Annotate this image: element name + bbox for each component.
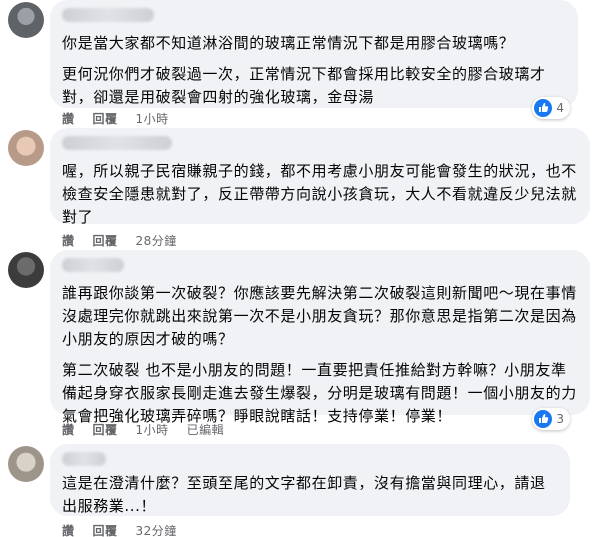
timestamp[interactable]: 1小時 [136, 421, 169, 438]
comment-bubble: 誰再跟你談第一次破裂？你應該要先解決第二次破裂這則新聞吧～現在事情沒處理完你就跳… [50, 250, 590, 425]
like-button[interactable]: 讚 [62, 421, 75, 438]
reaction-count: 4 [556, 101, 564, 115]
reaction-summary[interactable]: 3 [532, 408, 570, 430]
like-button[interactable]: 讚 [62, 110, 75, 127]
avatar[interactable] [8, 2, 44, 38]
avatar[interactable] [8, 252, 44, 288]
reply-button[interactable]: 回覆 [93, 232, 118, 249]
reply-button[interactable]: 回覆 [93, 110, 118, 127]
comment-actions: 讚 回覆 32分鐘 [62, 522, 177, 537]
comment-text: 第二次破裂 也不是小朋友的問題！一直要把責任推給對方幹嘛？小朋友準備起身穿衣服家… [62, 361, 577, 425]
author-name-blurred[interactable] [62, 8, 154, 22]
reply-button[interactable]: 回覆 [93, 421, 118, 438]
comment-actions: 讚 回覆 28分鐘 [62, 232, 177, 249]
comment-bubble: 你是當大家都不知道淋浴間的玻璃正常情況下都是用膠合玻璃嗎？ 更何況你們才破裂過一… [50, 0, 578, 108]
comment-text: 這是在澄清什麼？至頭至尾的文字都在卸責，沒有擔當與同理心，請退出服務業...！ [62, 474, 546, 515]
comment-text: 誰再跟你談第一次破裂？你應該要先解決第二次破裂這則新聞吧～現在事情沒處理完你就跳… [62, 284, 577, 348]
like-button[interactable]: 讚 [62, 232, 75, 249]
like-thumb-icon [534, 99, 553, 117]
comment-text: 更何況你們才破裂過一次，正常情況下都會採用比較安全的膠合玻璃才對，卻還是用破裂會… [62, 65, 546, 106]
edited-label[interactable]: 已編輯 [187, 421, 225, 438]
timestamp[interactable]: 32分鐘 [136, 522, 177, 537]
comment-text: 喔，所以親子民宿賺親子的錢，都不用考慮小朋友可能會發生的狀況，也不檢查安全隱患就… [62, 162, 577, 226]
reaction-summary[interactable]: 4 [532, 97, 570, 119]
author-name-blurred[interactable] [62, 258, 124, 272]
avatar[interactable] [8, 446, 44, 482]
timestamp[interactable]: 1小時 [136, 110, 169, 127]
comment-actions: 讚 回覆 1小時 已編輯 [62, 421, 224, 438]
avatar[interactable] [8, 130, 44, 166]
author-name-blurred[interactable] [62, 136, 172, 150]
like-thumb-icon [534, 410, 553, 428]
comment-bubble: 這是在澄清什麼？至頭至尾的文字都在卸責，沒有擔當與同理心，請退出服務業...！ [50, 444, 570, 516]
comment-actions: 讚 回覆 1小時 [62, 110, 169, 127]
comment-text: 你是當大家都不知道淋浴間的玻璃正常情況下都是用膠合玻璃嗎？ [62, 34, 515, 52]
author-name-blurred[interactable] [62, 452, 106, 466]
comment-bubble: 喔，所以親子民宿賺親子的錢，都不用考慮小朋友可能會發生的狀況，也不檢查安全隱患就… [50, 128, 590, 226]
like-button[interactable]: 讚 [62, 522, 75, 537]
reaction-count: 3 [556, 412, 564, 426]
reply-button[interactable]: 回覆 [93, 522, 118, 537]
timestamp[interactable]: 28分鐘 [136, 232, 177, 249]
